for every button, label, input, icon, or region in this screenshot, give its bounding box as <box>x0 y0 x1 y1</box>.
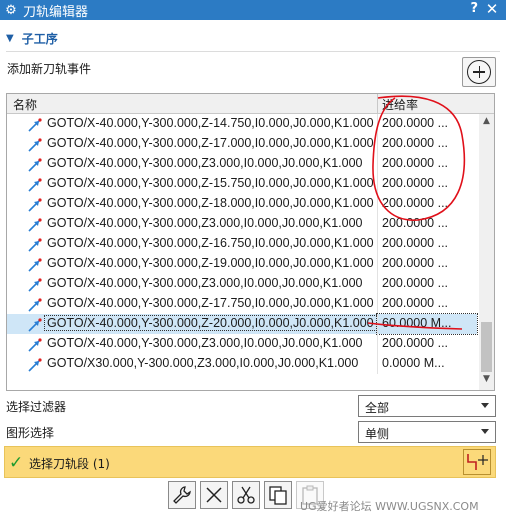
column-header-feedrate[interactable]: 进给率 <box>377 94 480 114</box>
table-row[interactable]: GOTO/X30.000,Y-300.000,Z3.000,I0.000,J0.… <box>7 354 477 374</box>
table-body: GOTO/X-40.000,Y-300.000,Z-14.750,I0.000,… <box>7 114 478 374</box>
section-title: 子工序 <box>21 32 58 46</box>
shape-select[interactable]: 单侧 <box>358 421 496 443</box>
toolpath-arrow-icon <box>28 238 42 252</box>
table-row[interactable]: GOTO/X-40.000,Y-300.000,Z-20.000,I0.000,… <box>7 313 478 335</box>
shape-row: 图形选择 单侧 <box>6 421 496 443</box>
chevron-down-icon <box>481 429 489 434</box>
toolpath-arrow-icon <box>28 278 42 292</box>
table-row[interactable]: GOTO/X-40.000,Y-300.000,Z-17.750,I0.000,… <box>7 294 477 314</box>
table-row[interactable]: GOTO/X-40.000,Y-300.000,Z3.000,I0.000,J0… <box>7 154 477 174</box>
table-row[interactable]: GOTO/X-40.000,Y-300.000,Z-17.000,I0.000,… <box>7 134 477 154</box>
row-feedrate: 200.0000 ... <box>377 334 477 354</box>
toolpath-event-table: 名称 进给率 GOTO/X-40.000,Y-300.000,Z-14.750,… <box>6 93 495 391</box>
add-event-button[interactable] <box>462 57 496 87</box>
watermark: UG爱好者论坛 WWW.UGSNX.COM <box>300 500 479 513</box>
row-name: GOTO/X-40.000,Y-300.000,Z3.000,I0.000,J0… <box>47 276 363 290</box>
cut-button[interactable] <box>232 481 260 509</box>
shape-label: 图形选择 <box>6 426 55 440</box>
row-name: GOTO/X-40.000,Y-300.000,Z3.000,I0.000,J0… <box>47 216 363 230</box>
row-name: GOTO/X-40.000,Y-300.000,Z-16.750,I0.000,… <box>47 236 374 250</box>
copy-button[interactable] <box>264 481 292 509</box>
row-feedrate: 200.0000 ... <box>377 254 477 274</box>
copy-icon <box>269 486 287 505</box>
close-button[interactable]: ✕ <box>482 0 502 18</box>
toolpath-arrow-icon <box>28 218 42 232</box>
select-segment-bar[interactable]: ✓ 选择刀轨段 (1) <box>4 446 496 478</box>
edit-button[interactable] <box>168 481 196 509</box>
toolpath-arrow-icon <box>28 158 42 172</box>
row-feedrate: 200.0000 ... <box>377 154 477 174</box>
table-row[interactable]: GOTO/X-40.000,Y-300.000,Z3.000,I0.000,J0… <box>7 274 477 294</box>
filter-row: 选择过滤器 全部 <box>6 395 496 417</box>
row-feedrate: 0.0000 M... <box>377 354 477 374</box>
row-feedrate: 200.0000 ... <box>377 194 477 214</box>
toolpath-arrow-icon <box>28 118 42 132</box>
table-row[interactable]: GOTO/X-40.000,Y-300.000,Z3.000,I0.000,J0… <box>7 334 477 354</box>
table-row[interactable]: GOTO/X-40.000,Y-300.000,Z-14.750,I0.000,… <box>7 114 477 134</box>
filter-value: 全部 <box>365 401 390 415</box>
row-feedrate: 200.0000 ... <box>377 234 477 254</box>
toolpath-arrow-icon <box>28 338 42 352</box>
table-row[interactable]: GOTO/X-40.000,Y-300.000,Z-19.000,I0.000,… <box>7 254 477 274</box>
divider <box>6 51 500 52</box>
crosshair-path-icon <box>467 454 488 470</box>
delete-x-icon <box>206 487 222 503</box>
scroll-down-icon[interactable]: ▼ <box>479 374 494 388</box>
filter-select[interactable]: 全部 <box>358 395 496 417</box>
toolpath-arrow-icon <box>28 178 42 192</box>
toolpath-arrow-icon <box>28 138 42 152</box>
table-row[interactable]: GOTO/X-40.000,Y-300.000,Z-16.750,I0.000,… <box>7 234 477 254</box>
chevron-down-icon <box>481 403 489 408</box>
table-row[interactable]: GOTO/X-40.000,Y-300.000,Z3.000,I0.000,J0… <box>7 214 477 234</box>
row-name: GOTO/X-40.000,Y-300.000,Z-15.750,I0.000,… <box>47 176 374 190</box>
add-event-label: 添加新刀轨事件 <box>7 62 92 76</box>
chevron-down-icon[interactable]: ▼ <box>6 33 14 44</box>
row-name: GOTO/X-40.000,Y-300.000,Z3.000,I0.000,J0… <box>47 336 363 350</box>
vertical-scrollbar[interactable]: ▲ ▼ <box>479 114 494 390</box>
row-feedrate: 200.0000 ... <box>377 134 477 154</box>
toolpath-arrow-icon <box>28 198 42 212</box>
help-button[interactable]: ? <box>470 1 478 16</box>
toolpath-arrow-icon <box>28 298 42 312</box>
row-name: GOTO/X-40.000,Y-300.000,Z-17.000,I0.000,… <box>47 136 374 150</box>
row-name: GOTO/X-40.000,Y-300.000,Z-17.750,I0.000,… <box>47 296 374 310</box>
column-header-name[interactable]: 名称 <box>13 96 37 113</box>
row-feedrate: 60.0000 M... <box>376 313 478 335</box>
delete-button[interactable] <box>200 481 228 509</box>
table-row[interactable]: GOTO/X-40.000,Y-300.000,Z-15.750,I0.000,… <box>7 174 477 194</box>
row-feedrate: 200.0000 ... <box>377 214 477 234</box>
row-feedrate: 200.0000 ... <box>377 174 477 194</box>
row-name: GOTO/X30.000,Y-300.000,Z3.000,I0.000,J0.… <box>47 356 359 370</box>
scroll-thumb[interactable] <box>481 322 492 372</box>
table-row[interactable]: GOTO/X-40.000,Y-300.000,Z-18.000,I0.000,… <box>7 194 477 214</box>
row-feedrate: 200.0000 ... <box>377 294 477 314</box>
title-bar: ⚙ 刀轨编辑器 ? ✕ <box>0 0 506 20</box>
scroll-up-icon[interactable]: ▲ <box>479 116 494 130</box>
select-tool-button[interactable] <box>463 449 491 475</box>
select-segment-label: 选择刀轨段 (1) <box>29 457 110 471</box>
row-feedrate: 200.0000 ... <box>377 114 477 134</box>
row-name: GOTO/X-40.000,Y-300.000,Z3.000,I0.000,J0… <box>47 156 363 170</box>
row-name: GOTO/X-40.000,Y-300.000,Z-20.000,I0.000,… <box>44 315 377 331</box>
toolpath-arrow-icon <box>28 258 42 272</box>
cut-scissors-icon <box>237 486 255 504</box>
circle-plus-icon <box>467 60 491 84</box>
window-title: 刀轨编辑器 <box>23 4 89 20</box>
checkmark-icon: ✓ <box>9 453 24 473</box>
section-header-subop[interactable]: ▼ 子工序 <box>6 30 58 47</box>
toolpath-arrow-icon <box>28 358 42 372</box>
row-name: GOTO/X-40.000,Y-300.000,Z-18.000,I0.000,… <box>47 196 374 210</box>
shape-value: 单侧 <box>365 427 390 441</box>
toolpath-arrow-icon <box>28 318 42 332</box>
row-name: GOTO/X-40.000,Y-300.000,Z-14.750,I0.000,… <box>47 116 374 130</box>
wrench-icon <box>173 486 191 504</box>
filter-label: 选择过滤器 <box>6 400 67 414</box>
row-feedrate: 200.0000 ... <box>377 274 477 294</box>
gear-icon[interactable]: ⚙ <box>2 3 20 18</box>
row-name: GOTO/X-40.000,Y-300.000,Z-19.000,I0.000,… <box>47 256 374 270</box>
table-header: 名称 进给率 <box>7 94 494 114</box>
